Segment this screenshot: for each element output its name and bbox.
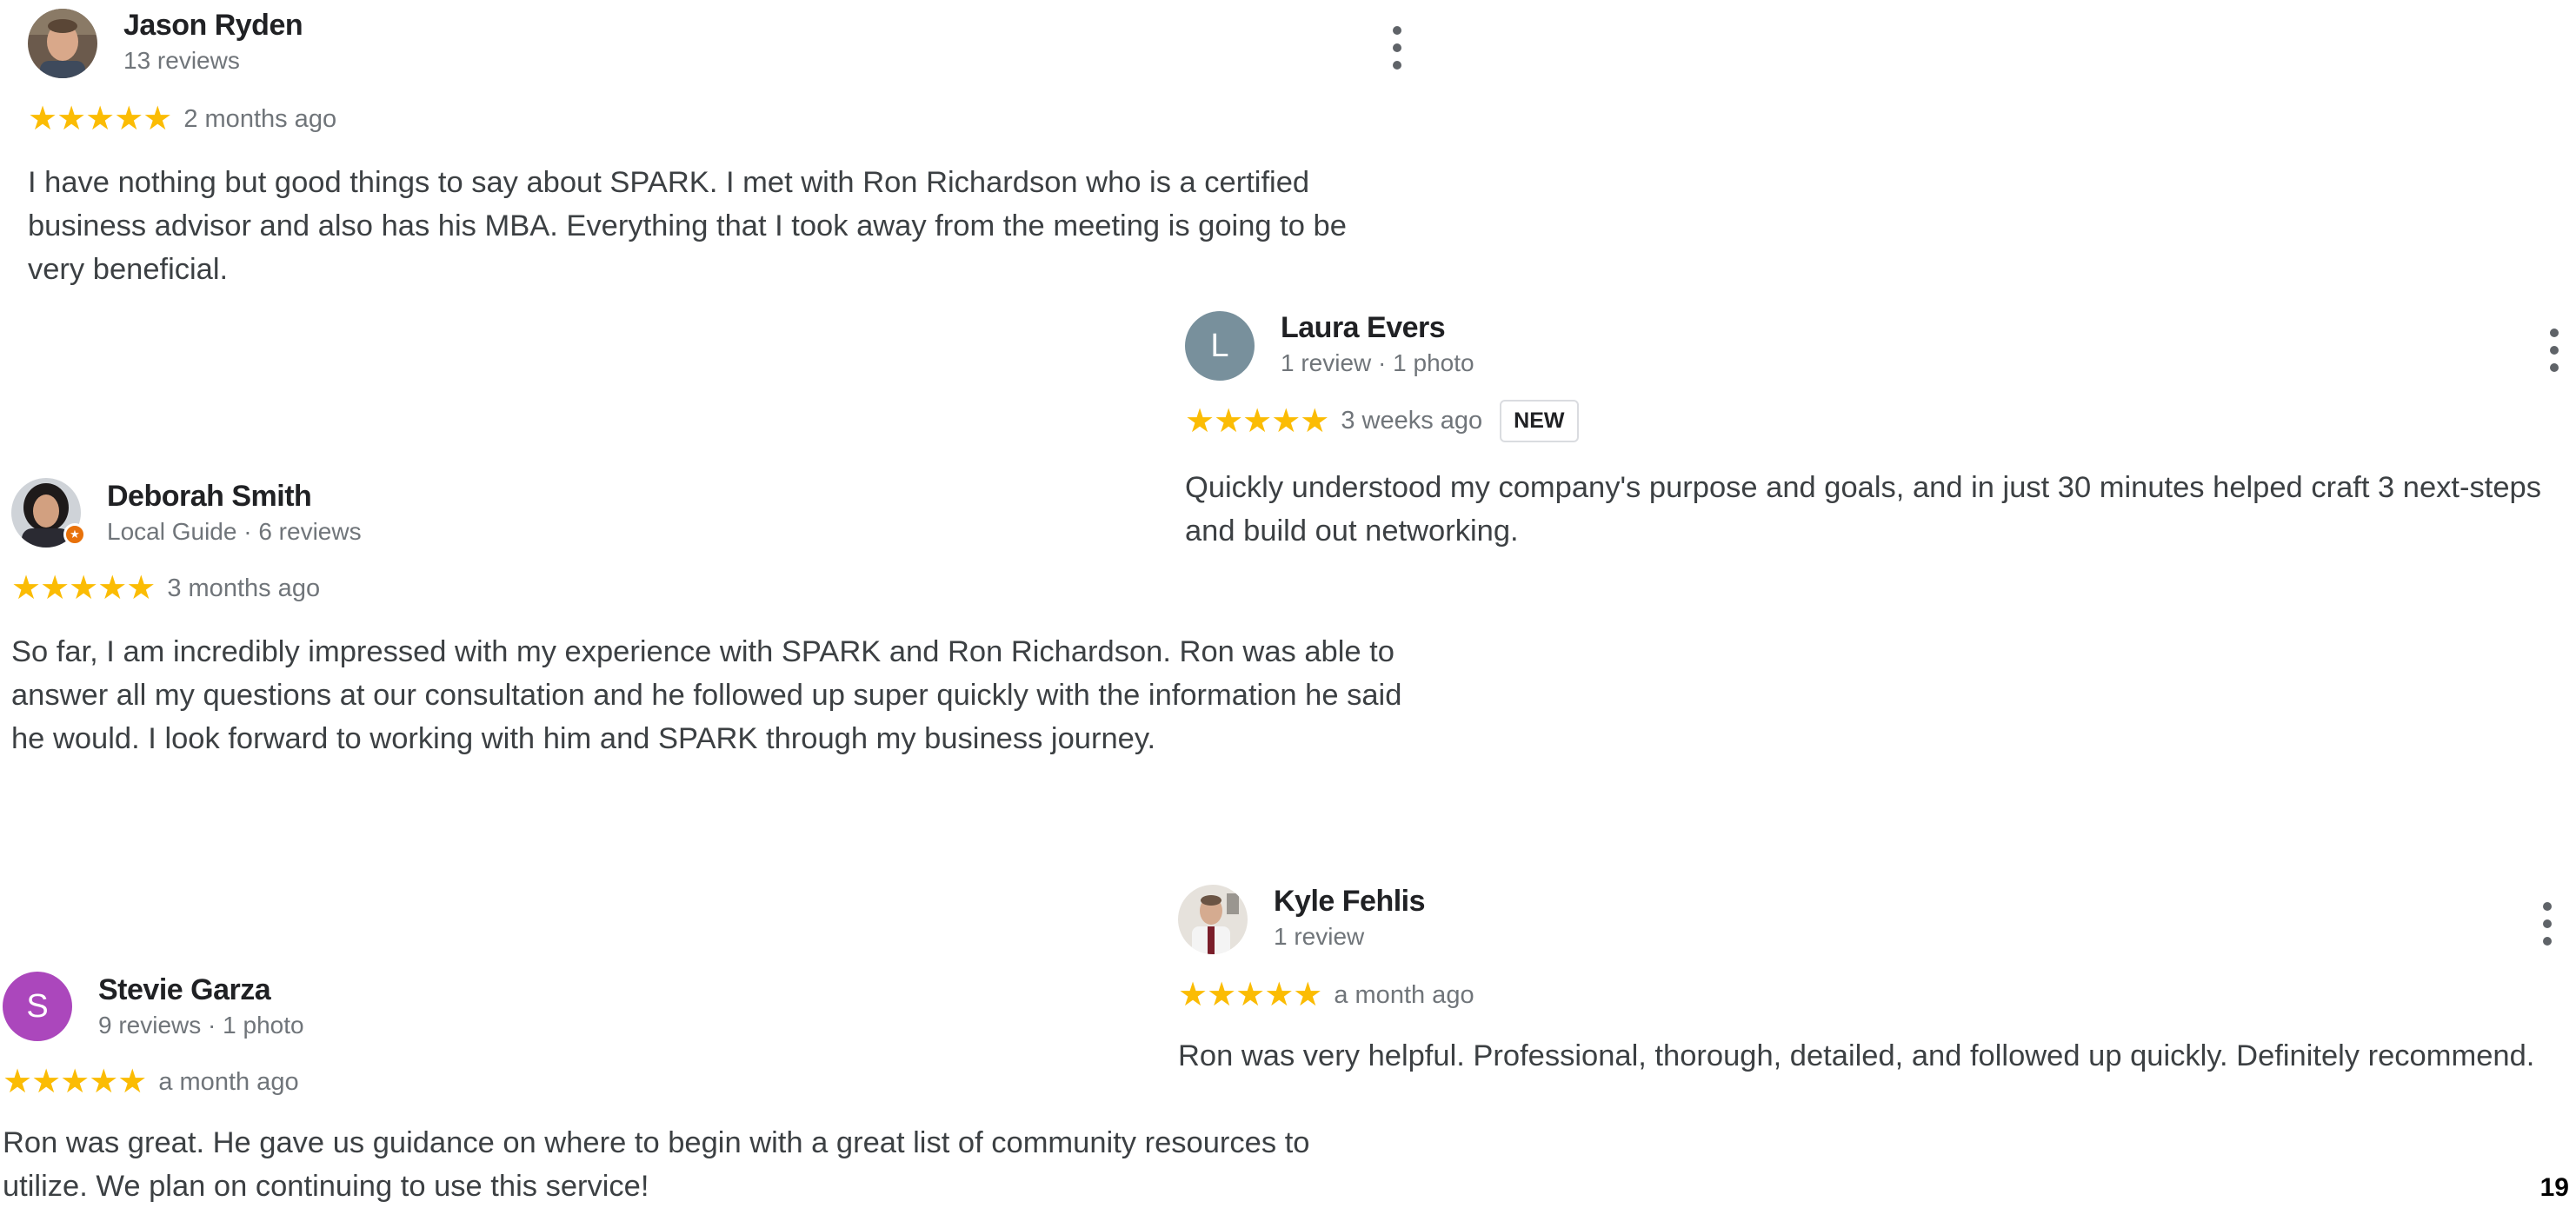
review-card-deborah-smith: ★ Deborah Smith Local Guide · 6 reviews … [11, 478, 1420, 773]
avatar[interactable] [1178, 885, 1248, 954]
reviewer-name[interactable]: Deborah Smith [107, 480, 312, 514]
rating-row: ★★★★★ 2 months ago [28, 103, 336, 136]
avatar[interactable]: L [1185, 311, 1255, 381]
star-rating: ★★★★★ [28, 101, 172, 137]
avatar[interactable]: S [3, 972, 72, 1041]
review-card-jason-ryden: Jason Ryden 13 reviews ★★★★★ 2 months ag… [28, 9, 1419, 295]
page-number: 19 [2539, 1173, 2569, 1202]
reviewer-name[interactable]: Jason Ryden [123, 9, 303, 43]
reviewer-meta: 1 review · 1 photo [1281, 349, 1474, 376]
more-vertical-icon[interactable] [1388, 26, 1406, 70]
review-text: Ron was great. He gave us guidance on wh… [3, 1126, 1310, 1203]
rating-row: ★★★★★ 3 weeks ago NEW [1185, 400, 1579, 442]
reviewer-meta: Local Guide · 6 reviews [107, 518, 362, 545]
reviewer-name[interactable]: Stevie Garza [98, 973, 271, 1007]
rating-row: ★★★★★ a month ago [3, 1065, 299, 1098]
review-text: I have nothing but good things to say ab… [28, 166, 1347, 286]
reviewer-name[interactable]: Kyle Fehlis [1274, 885, 1426, 919]
star-rating: ★★★★★ [3, 1064, 147, 1100]
local-guide-star-icon: ★ [63, 523, 86, 546]
star-rating: ★★★★★ [1185, 402, 1329, 440]
more-vertical-icon[interactable] [2546, 329, 2563, 372]
new-badge: NEW [1500, 400, 1579, 442]
reviewer-name[interactable]: Laura Evers [1281, 311, 1446, 345]
review-time: 3 months ago [167, 574, 321, 602]
avatar[interactable] [28, 9, 97, 78]
reviewer-meta: 9 reviews · 1 photo [98, 1012, 304, 1039]
review-time: 3 weeks ago [1341, 407, 1483, 435]
more-vertical-icon[interactable] [2539, 902, 2556, 946]
review-card-stevie-garza: S Stevie Garza 9 reviews · 1 photo ★★★★★… [3, 972, 1411, 1208]
review-text: So far, I am incredibly impressed with m… [11, 635, 1402, 755]
rating-row: ★★★★★ 3 months ago [11, 572, 320, 605]
review-time: 2 months ago [183, 104, 337, 133]
reviewer-meta: 1 review [1274, 923, 1365, 950]
reviewer-meta: 13 reviews [123, 47, 240, 74]
review-time: a month ago [158, 1067, 299, 1096]
star-rating: ★★★★★ [11, 570, 156, 607]
